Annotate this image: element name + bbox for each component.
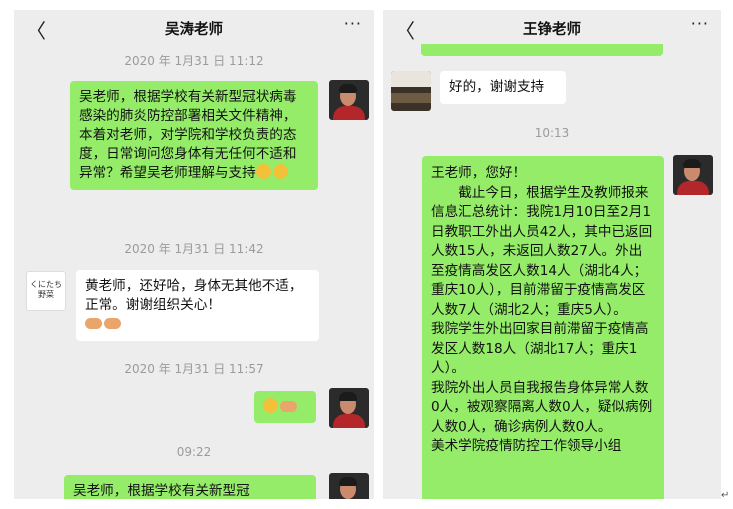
message-bubble[interactable]: 黄老师，还好哈，身体无其他不适，正常。谢谢组织关心！ <box>76 270 319 341</box>
avatar[interactable] <box>329 388 369 428</box>
avatar[interactable] <box>329 80 369 120</box>
avatar[interactable]: くにたち 野菜 <box>26 271 66 311</box>
more-icon[interactable]: ··· <box>344 14 362 33</box>
message-text: 吴老师，根据学校有关新型冠 <box>73 483 250 499</box>
chat-window-wu-tao: 〈 吴涛老师 ··· 2020 年 1月31 日 11:12 吴老师，根据学校有… <box>14 10 374 499</box>
avatar[interactable] <box>391 71 431 111</box>
chat-title: 王铮老师 <box>523 22 581 38</box>
message-bubble[interactable]: 吴老师，根据学校有关新型冠状病毒感染的肺炎防控部署相关文件精神，本着对老师，对学… <box>70 81 318 190</box>
chat-title: 吴涛老师 <box>165 22 223 38</box>
timestamp: 2020 年 1月31 日 11:57 <box>124 362 264 376</box>
message-greeting: 王老师，您好！ <box>431 165 527 181</box>
paragraph-mark: ↵ <box>721 490 730 501</box>
message-bubble[interactable] <box>254 391 316 423</box>
handshake-emoji-icon <box>280 401 297 412</box>
message-text: 好的，谢谢支持 <box>449 79 545 95</box>
handshake-emoji-icon <box>104 318 121 329</box>
chat-header: 〈 吴涛老师 ··· <box>14 10 374 44</box>
message-paragraph: 截止今日，根据学生及教师报来信息汇总统计：我院1月10日至2月1日教职工外出人员… <box>431 184 653 318</box>
message-bubble[interactable]: 吴老师，根据学校有关新型冠 <box>64 475 316 499</box>
message-bubble[interactable]: 王老师，您好！ 截止今日，根据学生及教师报来信息汇总统计：我院1月10日至2月1… <box>422 156 664 499</box>
handshake-emoji-icon <box>85 318 102 329</box>
avatar[interactable] <box>329 473 369 499</box>
timestamp: 2020 年 1月31 日 11:12 <box>124 54 264 68</box>
timestamp: 10:13 <box>534 126 570 140</box>
message-bubble[interactable]: 好的，谢谢支持 <box>440 71 566 104</box>
message-text: 黄老师，还好哈，身体无其他不适，正常。谢谢组织关心！ <box>85 278 303 313</box>
message-paragraph: 美术学院疫情防控工作领导小组 <box>431 438 622 454</box>
smile-emoji-icon <box>255 164 271 179</box>
avatar[interactable] <box>673 155 713 195</box>
smile-emoji-icon <box>263 398 278 413</box>
message-paragraph: 我院学生外出回家目前滞留于疫情高发区人数18人（湖北17人；重庆1人）。 <box>431 321 649 376</box>
smile-emoji-icon <box>272 164 288 179</box>
avatar-text: 野菜 <box>38 290 54 299</box>
avatar-text: くにたち <box>30 280 62 289</box>
chat-window-wang-zheng: 〈 王铮老师 ··· 好的，谢谢支持 10:13 王老师，您好！ 截止今日，根据… <box>383 10 721 499</box>
chat-header: 〈 王铮老师 ··· <box>383 10 721 44</box>
message-paragraph: 我院外出人员自我报告身体异常人数0人，被观察隔离人数0人，疑似病例人数0人，确诊… <box>431 379 653 435</box>
timestamp: 09:22 <box>176 445 212 459</box>
more-icon[interactable]: ··· <box>691 14 709 33</box>
timestamp: 2020 年 1月31 日 11:42 <box>124 242 264 256</box>
